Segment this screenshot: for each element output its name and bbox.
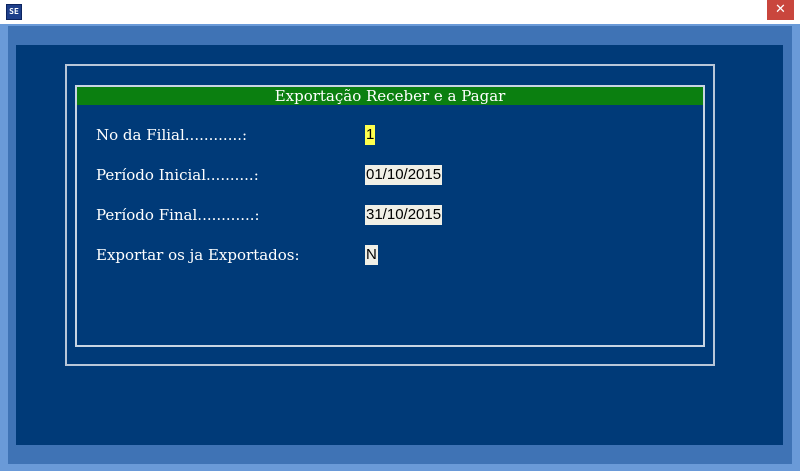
exportar-exportados-input[interactable]: N — [365, 245, 378, 265]
close-button[interactable]: ✕ — [767, 0, 794, 20]
periodo-inicial-input[interactable]: 01/10/2015 — [365, 165, 443, 185]
exportar-exportados-label: Exportar os ja Exportados: — [96, 246, 300, 264]
periodo-inicial-label: Período Inicial..........: — [96, 166, 259, 184]
app-icon: SE — [6, 4, 22, 20]
window-titlebar[interactable]: SE ✕ — [0, 0, 800, 24]
periodo-final-label: Período Final............: — [96, 206, 260, 224]
filial-input[interactable]: 1 — [365, 125, 376, 145]
app-window: SE ✕ Exportação Receber e a Pagar No da … — [0, 0, 800, 471]
periodo-final-input[interactable]: 31/10/2015 — [365, 205, 443, 225]
filial-label: No da Filial............: — [96, 126, 248, 144]
dialog-title: Exportação Receber e a Pagar — [77, 87, 703, 105]
